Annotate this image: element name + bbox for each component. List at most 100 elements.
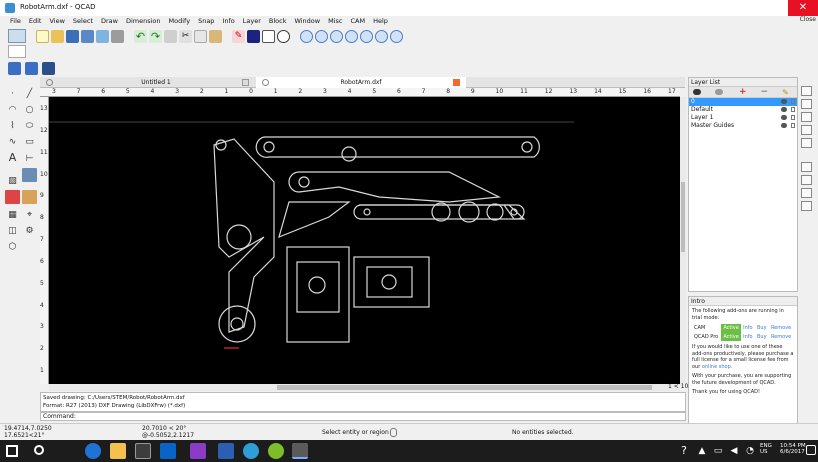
eraser-icon[interactable]	[164, 29, 177, 43]
circle-tool-icon[interactable]: ○	[22, 103, 37, 117]
info-tool-icon[interactable]: ⌖	[22, 208, 37, 222]
menu-layer[interactable]: Layer	[239, 16, 265, 26]
cut-icon[interactable]: ✂	[179, 29, 192, 43]
people-icon[interactable]: ▲	[694, 443, 710, 459]
tab-untitled[interactable]: Untitled 1	[56, 77, 256, 88]
tab-untitled-close-icon[interactable]	[242, 79, 249, 86]
snap-grid-icon[interactable]	[25, 62, 38, 75]
menu-misc[interactable]: Misc	[324, 16, 346, 26]
menu-dimension[interactable]: Dimension	[122, 16, 165, 26]
addon-remove-link[interactable]: Remove	[769, 324, 794, 333]
zoom-window-icon[interactable]	[360, 29, 373, 43]
menu-block[interactable]: Block	[265, 16, 291, 26]
save-icon[interactable]	[66, 29, 79, 43]
add-layer-icon[interactable]: +	[739, 87, 747, 97]
undo-icon[interactable]: ↶	[134, 29, 147, 43]
selection-panel-icon[interactable]	[801, 175, 812, 185]
edit-layer-icon[interactable]: ✎	[782, 88, 789, 97]
close-button[interactable]: ✕	[788, 0, 818, 16]
menu-edit[interactable]: Edit	[25, 16, 46, 26]
pointer-icon[interactable]	[8, 45, 26, 58]
search-icon[interactable]	[34, 445, 44, 455]
online-shop-link[interactable]: online shop.	[702, 364, 732, 370]
redo-icon[interactable]: ↷	[149, 29, 162, 43]
layer-lock-icon[interactable]	[791, 107, 795, 112]
layer-lock-icon[interactable]	[791, 123, 795, 128]
line-tool-icon[interactable]: ╱	[22, 87, 37, 101]
addon-buy-link[interactable]: Buy	[755, 333, 769, 342]
3d-box-icon[interactable]: ⬡	[5, 240, 20, 254]
volume-icon[interactable]: ◀	[726, 443, 742, 459]
menu-modify[interactable]: Modify	[165, 16, 195, 26]
menu-info[interactable]: Info	[218, 16, 238, 26]
pen-icon[interactable]: ✎	[232, 29, 245, 43]
layer-visibility-icon[interactable]	[781, 99, 787, 104]
text-tool-icon[interactable]: A	[5, 151, 20, 165]
image-tool-icon[interactable]	[22, 168, 37, 182]
spline-tool-icon[interactable]: ∿	[5, 135, 20, 149]
library-panel-icon[interactable]	[801, 112, 812, 122]
arc-tool-icon[interactable]: ◠	[5, 103, 20, 117]
more-panels-icon[interactable]	[801, 201, 812, 211]
drawing-canvas[interactable]	[49, 97, 680, 384]
notifications-icon[interactable]	[806, 445, 816, 455]
addon-buy-link[interactable]: Buy	[755, 324, 769, 333]
vertical-scrollbar[interactable]	[680, 97, 686, 384]
qcad-task-icon[interactable]	[292, 443, 308, 459]
input-language[interactable]: ENG US	[760, 443, 772, 455]
command-input[interactable]: Command:	[40, 412, 686, 421]
edge-icon[interactable]	[85, 443, 101, 459]
ellipse-tool-icon[interactable]: ⬭	[22, 119, 37, 133]
line-weight-icon[interactable]	[262, 29, 275, 43]
layer-visibility-icon[interactable]	[781, 107, 787, 112]
menu-select[interactable]: Select	[69, 16, 97, 26]
property-panel-icon[interactable]	[801, 125, 812, 135]
app-green-icon[interactable]	[268, 443, 284, 459]
menu-draw[interactable]: Draw	[97, 16, 122, 26]
color-swatch-icon[interactable]	[247, 29, 260, 43]
print-icon[interactable]	[111, 29, 124, 43]
layer-lock-icon[interactable]	[791, 99, 795, 104]
export-icon[interactable]	[96, 29, 109, 43]
clock[interactable]: 10:54 PM 6/6/2017	[780, 443, 806, 455]
show-all-layers-icon[interactable]	[693, 89, 701, 95]
menu-cam[interactable]: CAM	[346, 16, 369, 26]
layer-row[interactable]: 0	[689, 98, 797, 106]
layer-row[interactable]: Layer 1	[689, 114, 797, 122]
hatch-tool-icon[interactable]: ▨	[5, 174, 20, 188]
zoom-in-icon[interactable]	[300, 29, 313, 43]
view-panel-icon[interactable]	[801, 138, 812, 148]
layer-visibility-icon[interactable]	[781, 123, 787, 128]
addon-info-link[interactable]: Info	[741, 333, 755, 342]
layer-visibility-icon[interactable]	[781, 115, 787, 120]
modify-tool-icon[interactable]	[5, 190, 20, 204]
select-tool-icon[interactable]	[8, 29, 26, 43]
addon-remove-link[interactable]: Remove	[769, 333, 794, 342]
zoom-out-icon[interactable]	[315, 29, 328, 43]
misc-tool-icon[interactable]: ⚙	[22, 224, 37, 238]
layer-row[interactable]: Default	[689, 106, 797, 114]
snap-free-icon[interactable]	[8, 62, 21, 75]
polyline-tool-icon[interactable]: ⌇	[5, 119, 20, 133]
app-gear-icon[interactable]	[243, 443, 259, 459]
layer-panel-icon[interactable]	[801, 86, 812, 96]
menu-help[interactable]: Help	[369, 16, 392, 26]
menu-snap[interactable]: Snap	[194, 16, 218, 26]
circle-icon[interactable]	[277, 29, 290, 43]
zoom-previous-icon[interactable]	[345, 29, 358, 43]
block-tool-icon[interactable]: ▦	[5, 208, 20, 222]
remove-layer-icon[interactable]: −	[761, 87, 769, 97]
file-explorer-icon[interactable]	[110, 443, 126, 459]
horizontal-scroll-thumb[interactable]	[277, 385, 652, 390]
open-folder-icon[interactable]	[51, 29, 64, 43]
zoom-auto-icon[interactable]	[330, 29, 343, 43]
block-panel-icon[interactable]	[801, 99, 812, 109]
pen-panel-icon[interactable]	[801, 188, 812, 198]
layer-lock-icon[interactable]	[791, 115, 795, 120]
horizontal-scrollbar[interactable]	[49, 384, 680, 391]
store-icon[interactable]	[135, 443, 151, 459]
move-tool-icon[interactable]	[22, 190, 37, 204]
zoom-selection-icon[interactable]	[390, 29, 403, 43]
tab-robotarm-close-icon[interactable]	[453, 79, 460, 86]
history-panel-icon[interactable]	[801, 162, 812, 172]
